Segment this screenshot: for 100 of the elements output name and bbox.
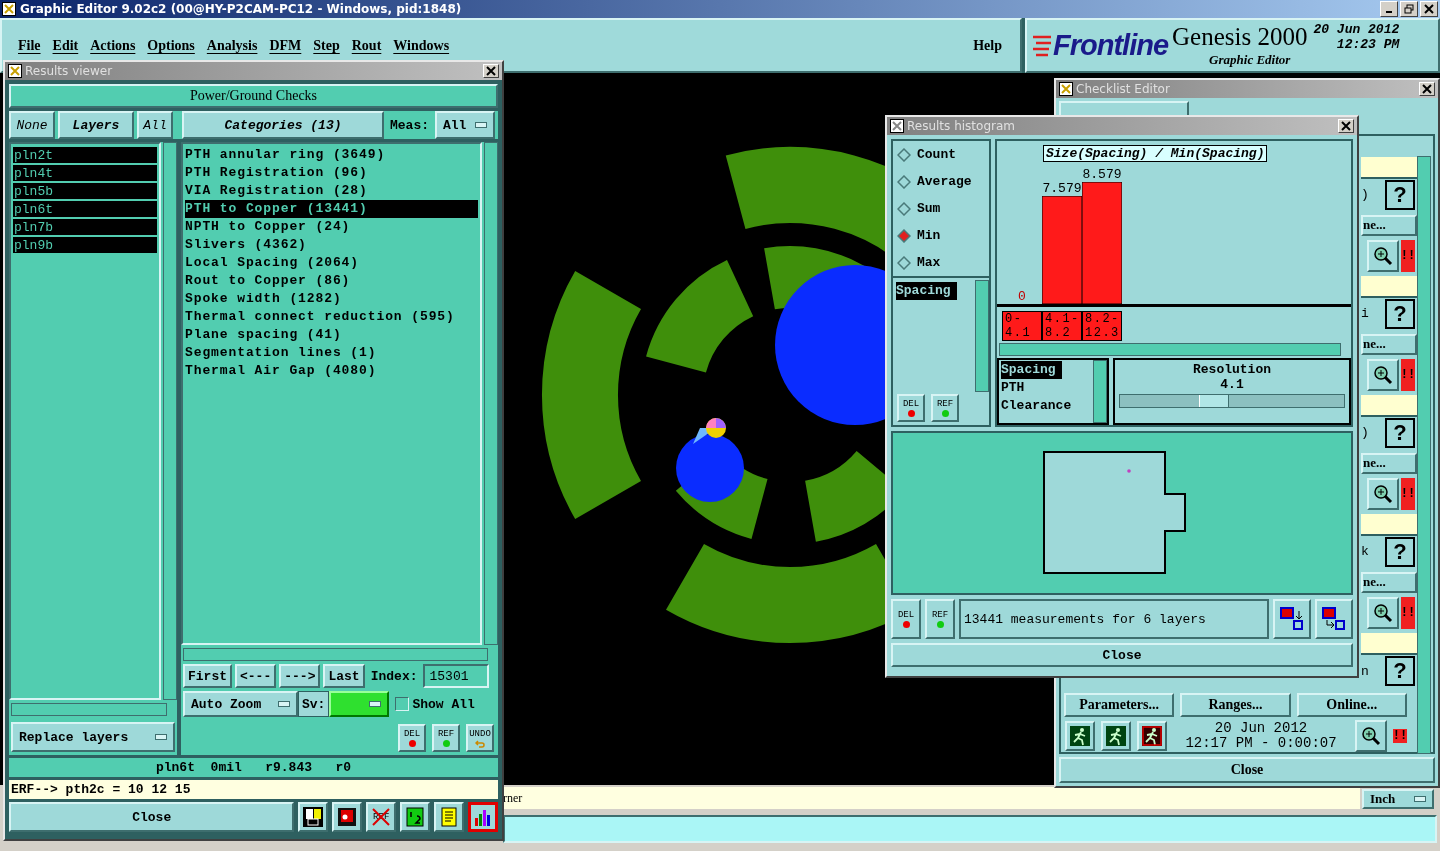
zoom-button[interactable] [1367,240,1399,273]
close-button[interactable]: Close [1059,757,1435,783]
nav-button[interactable]: <--- [235,664,277,688]
edit-button[interactable]: UNDO [466,724,494,752]
menu-item[interactable]: Edit [46,38,85,54]
menu-item[interactable]: Analysis [200,38,264,54]
check-set-button[interactable]: Power/Ground Checks [9,84,498,108]
edit-button[interactable]: DEL [897,394,925,422]
layers-button[interactable]: Layers [58,111,134,139]
help-button[interactable]: ? [1385,179,1415,210]
category-item[interactable]: Local Spacing (2064) [185,254,478,272]
scrollbar[interactable] [975,280,989,392]
layer-item[interactable]: pln4t [13,165,157,181]
replace-layers-dropdown[interactable]: Replace layers [11,722,175,752]
command-field[interactable] [503,815,1437,843]
edit-button[interactable]: DEL [398,724,426,752]
import-button[interactable] [1315,599,1353,639]
edit-button[interactable]: DEL [891,599,921,639]
nav-button[interactable]: Last [323,664,365,688]
close-button[interactable]: Close [9,802,295,832]
scrollbar[interactable] [1093,360,1107,423]
layer-item[interactable]: pln6t [13,201,157,217]
run-button[interactable]: ne... [1361,452,1417,475]
layer-item[interactable]: pln2t [13,147,157,163]
zoom-button[interactable] [1367,478,1399,511]
help-button[interactable]: ? [1385,298,1415,329]
zoom-button[interactable] [1367,359,1399,392]
category-item[interactable]: PTH annular ring (3649) [185,146,478,164]
category-item[interactable]: Plane spacing (41) [185,326,478,344]
minimize-button[interactable] [1380,1,1398,17]
scrollbar[interactable] [183,648,488,661]
units-dropdown[interactable]: Inch [1362,789,1434,809]
checklist-button[interactable]: Online... [1296,693,1407,717]
restore-button[interactable] [1400,1,1418,17]
checklist-button[interactable]: Parameters... [1064,693,1175,717]
menu-item[interactable]: Actions [84,38,142,54]
export-button[interactable] [1273,599,1311,639]
radio-button[interactable] [897,228,911,243]
measure-item[interactable]: Spacing [896,282,957,300]
close-button[interactable] [1420,1,1438,17]
scrollbar[interactable] [484,142,498,645]
radio-button[interactable] [897,174,911,189]
layer-item[interactable]: pln9b [13,237,157,253]
auto-zoom-dropdown[interactable]: Auto Zoom [183,691,298,717]
layer-item[interactable]: pln7b [13,219,157,235]
scrollbar[interactable] [999,343,1341,356]
histogram-bar[interactable] [1082,182,1122,304]
nav-button[interactable]: ---> [279,664,321,688]
run-action-button[interactable] [1137,721,1167,751]
zoom-button[interactable] [1367,597,1399,630]
checklist-button[interactable]: Ranges... [1180,693,1291,717]
menu-item[interactable]: Rout [345,38,388,54]
histogram-bar[interactable] [1042,196,1082,304]
category-item[interactable]: Thermal Air Gap (4080) [185,362,478,380]
all-button[interactable]: All [137,111,173,139]
category-item[interactable]: NPTH to Copper (24) [185,218,478,236]
index-field[interactable]: 15301 [423,664,490,688]
category-item[interactable]: PTH to Copper (13441) [185,200,478,218]
category-item[interactable]: Slivers (4362) [185,236,478,254]
close-button[interactable] [1419,82,1435,96]
help-button[interactable]: ? [1385,536,1415,567]
scrollbar[interactable] [163,142,177,701]
scrollbar[interactable] [1417,156,1431,754]
menu-item[interactable]: File [12,38,47,54]
edit-button[interactable]: REF [931,394,959,422]
menu-item[interactable]: Options [141,38,201,54]
radio-button[interactable] [897,147,911,162]
category-item[interactable]: Rout to Copper (86) [185,272,478,290]
type-item[interactable]: Spacing [1001,361,1062,379]
slider-thumb[interactable] [1199,395,1230,407]
zoom-button[interactable] [1355,720,1387,752]
run-button[interactable]: ne... [1361,214,1417,237]
show-all-checkbox[interactable] [395,697,410,711]
category-item[interactable]: Segmentation lines (1) [185,344,478,362]
scrollbar[interactable] [11,703,167,717]
category-item[interactable]: PTH Registration (96) [185,164,478,182]
radio-button[interactable] [897,255,911,270]
category-item[interactable]: VIA Registration (28) [185,182,478,200]
run-action-button[interactable] [1065,721,1095,751]
layer-item[interactable]: pln5b [13,183,157,199]
run-button[interactable]: ne... [1361,333,1417,356]
close-button[interactable] [483,64,499,78]
help-menu[interactable]: Help [967,38,1012,54]
menu-item[interactable]: Step [307,38,346,54]
run-action-button[interactable] [1101,721,1131,751]
category-item[interactable]: Spoke width (1282) [185,290,478,308]
help-button[interactable]: ? [1385,656,1415,686]
severity-dropdown[interactable] [329,691,390,717]
none-button[interactable]: None [9,111,55,139]
run-button[interactable]: ne... [1361,571,1417,594]
close-button[interactable] [1338,119,1354,133]
type-item[interactable]: Clearance [1001,397,1072,415]
menu-item[interactable]: DFM [263,38,308,54]
meas-dropdown[interactable]: All [435,111,495,139]
categories-button[interactable]: Categories (13) [182,111,384,139]
menu-item[interactable]: Windows [387,38,456,54]
type-item[interactable]: PTH [1001,379,1025,397]
radio-button[interactable] [897,201,911,216]
edit-button[interactable]: REF [925,599,955,639]
edit-button[interactable]: REF [432,724,460,752]
